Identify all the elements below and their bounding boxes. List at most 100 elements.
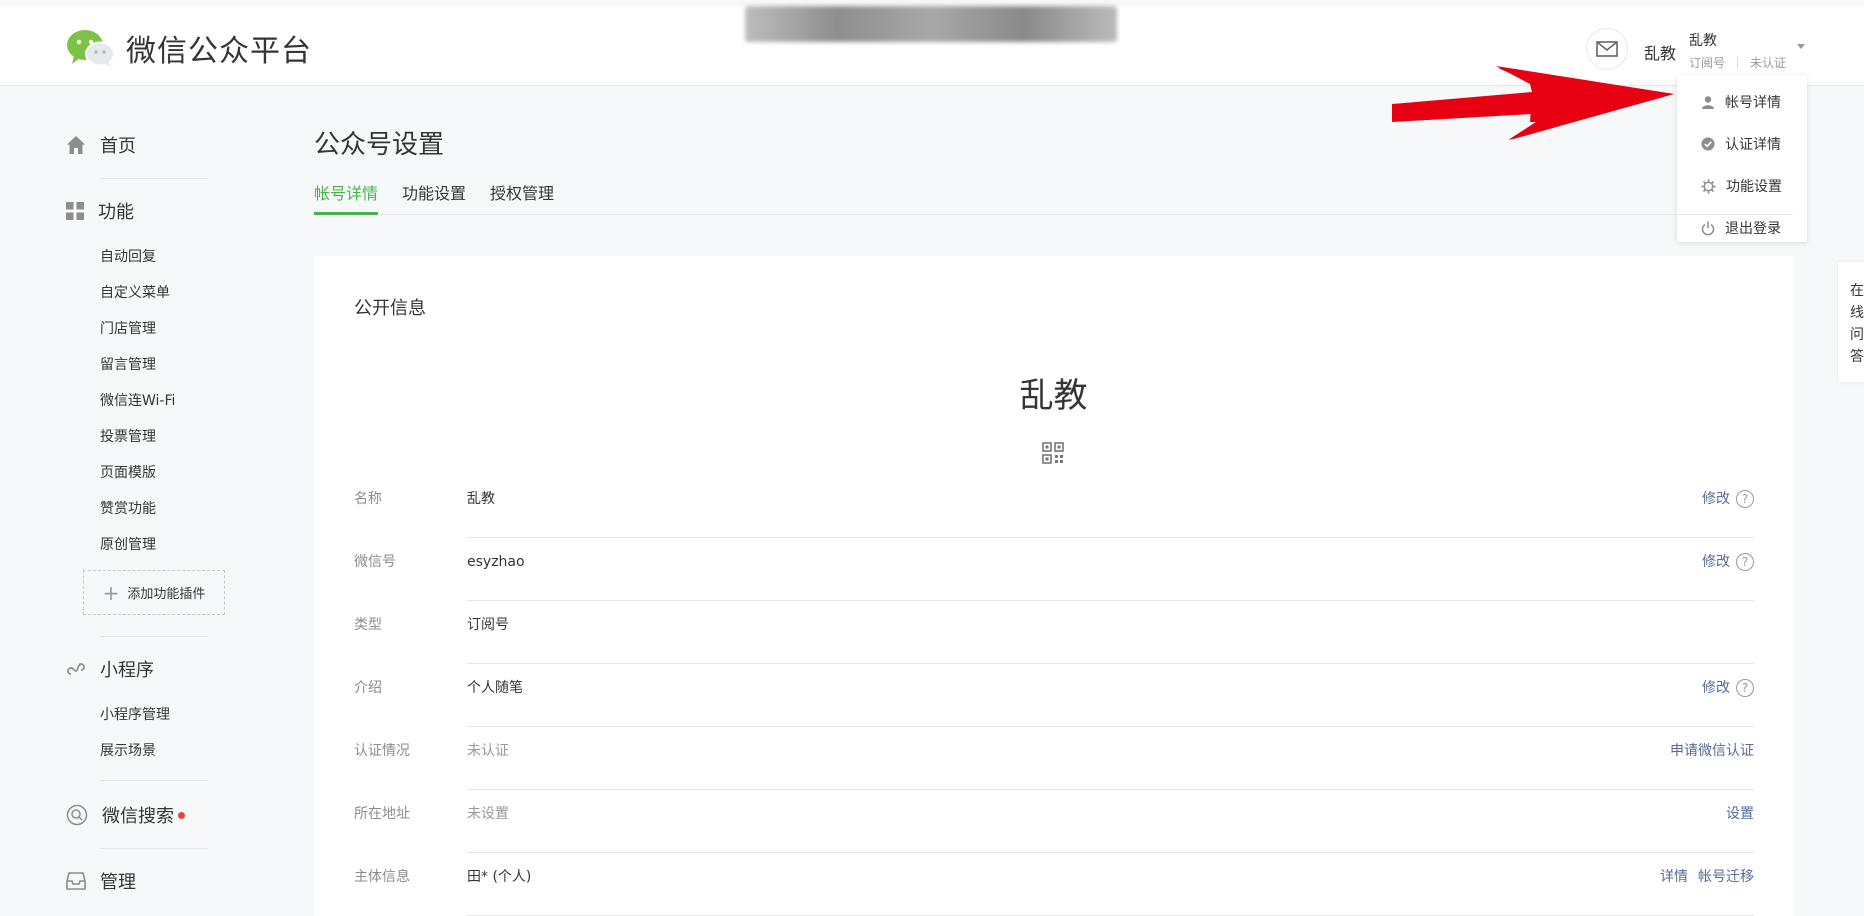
sidebar-divider	[100, 848, 208, 849]
row-divider	[467, 852, 1754, 853]
logo-text: 微信公众平台	[126, 34, 312, 69]
info-row-name: 名称 乱教 修改 ?	[354, 486, 1754, 549]
edit-wechat-id-action: 修改 ?	[1702, 549, 1754, 575]
row-label: 微信号	[354, 554, 396, 570]
row-label: 认证情况	[354, 743, 410, 759]
sidebar-item-label: 功能	[98, 202, 134, 223]
tab-account-details[interactable]: 帐号详情	[314, 180, 379, 215]
sidebar-item-mini-program-manage[interactable]: 小程序管理	[100, 704, 170, 724]
apply-cert-link[interactable]: 申请微信认证	[1670, 738, 1754, 764]
info-row-wechat-id: 微信号 esyzhao 修改 ?	[354, 549, 1754, 612]
account-type: 订阅号	[1689, 56, 1726, 70]
tab-feature-settings[interactable]: 功能设置	[402, 180, 466, 215]
menu-item-cert-details[interactable]: 认证详情	[1677, 123, 1807, 165]
row-label: 类型	[354, 617, 382, 633]
sidebar-item-page-template[interactable]: 页面模版	[100, 462, 156, 482]
sidebar-item-vote-manage[interactable]: 投票管理	[100, 426, 156, 446]
sidebar-item-original-manage[interactable]: 原创管理	[100, 534, 156, 554]
help-icon[interactable]: ?	[1736, 679, 1754, 697]
online-qa-float-button[interactable]: 在 线 问 答	[1838, 262, 1864, 382]
home-icon	[67, 136, 85, 154]
row-value: 个人随笔	[467, 680, 523, 696]
grid-icon	[66, 202, 84, 220]
wechat-logo-icon	[67, 30, 115, 67]
menu-item-label: 退出登录	[1725, 221, 1781, 237]
sidebar-item-wifi[interactable]: 微信连Wi-Fi	[100, 390, 175, 410]
page: 微信公众平台 乱教 乱教 订阅号 未认证 帐号详情 认证详情 功能设置 退出登录…	[0, 0, 1864, 916]
row-divider	[467, 537, 1754, 538]
account-meta: 订阅号 未认证	[1689, 54, 1786, 71]
row-label: 名称	[354, 491, 382, 507]
info-row-type: 类型 订阅号	[354, 612, 1754, 675]
sidebar-item-auto-reply[interactable]: 自动回复	[100, 246, 156, 266]
sidebar-divider	[100, 780, 208, 781]
mini-program-icon	[67, 663, 85, 675]
sidebar-group-features[interactable]: 功能	[66, 198, 134, 224]
help-icon[interactable]: ?	[1736, 490, 1754, 508]
add-plugin-button[interactable]: + 添加功能插件	[83, 570, 225, 615]
sidebar-item-label: 管理	[100, 872, 136, 893]
sidebar-item-label: 小程序	[100, 660, 154, 681]
qa-char: 线	[1850, 305, 1864, 321]
tab-bar: 帐号详情 功能设置 授权管理	[314, 180, 1793, 215]
edit-intro-link[interactable]: 修改	[1702, 675, 1730, 701]
user-icon	[1702, 96, 1714, 109]
power-icon	[1701, 221, 1715, 235]
sidebar-group-manage[interactable]: 管理	[66, 868, 136, 894]
section-title: 公开信息	[354, 298, 426, 319]
sidebar-group-mini-program[interactable]: 小程序	[66, 656, 154, 682]
verified-icon	[1701, 137, 1715, 151]
tab-auth-manage[interactable]: 授权管理	[490, 180, 554, 215]
sidebar-divider	[100, 636, 208, 637]
set-address-link[interactable]: 设置	[1726, 801, 1754, 827]
logo[interactable]: 微信公众平台	[66, 26, 312, 70]
notification-dot	[178, 811, 185, 819]
account-migrate-link[interactable]: 帐号迁移	[1698, 864, 1754, 890]
subject-details-link[interactable]: 详情	[1660, 864, 1688, 890]
qa-char: 问	[1850, 327, 1864, 343]
plus-icon: +	[102, 580, 120, 605]
sidebar-item-display-scene[interactable]: 展示场景	[100, 740, 156, 760]
row-value: 未认证	[467, 743, 509, 759]
search-icon	[66, 804, 88, 826]
edit-wechat-id-link[interactable]: 修改	[1702, 549, 1730, 575]
sidebar-group-wechat-search[interactable]: 微信搜索	[66, 802, 185, 828]
info-row-address: 所在地址 未设置 设置	[354, 801, 1754, 864]
sidebar-item-reward[interactable]: 赞赏功能	[100, 498, 156, 518]
page-title: 公众号设置	[314, 130, 445, 160]
row-value: esyzhao	[467, 554, 525, 570]
row-divider	[467, 663, 1754, 664]
public-info-card: 公开信息 乱教 名称 乱教 修改 ? 微信号 esyzhao 修改 ? 类型 订…	[314, 256, 1793, 916]
qa-char: 在	[1850, 283, 1864, 299]
edit-name-link[interactable]: 修改	[1702, 486, 1730, 512]
account-display-name: 乱教	[1019, 376, 1088, 416]
account-switcher[interactable]: 乱教 订阅号 未认证	[1689, 30, 1786, 71]
row-label: 介绍	[354, 680, 382, 696]
sidebar-item-home[interactable]: 首页	[66, 132, 136, 158]
subject-actions: 详情 帐号迁移	[1660, 864, 1754, 890]
meta-divider	[1737, 56, 1739, 69]
header-user-name[interactable]: 乱教	[1644, 40, 1676, 64]
row-divider	[467, 600, 1754, 601]
chevron-down-icon[interactable]	[1797, 44, 1805, 49]
red-arrow-annotation	[1392, 66, 1674, 140]
sidebar: 首页 功能 自动回复 自定义菜单 门店管理 留言管理 微信连Wi-Fi 投票管理…	[0, 86, 230, 916]
sidebar-item-comment-manage[interactable]: 留言管理	[100, 354, 156, 374]
qa-char: 答	[1850, 349, 1864, 365]
add-plugin-label: 添加功能插件	[127, 587, 206, 602]
edit-intro-action: 修改 ?	[1702, 675, 1754, 701]
account-dropdown-menu: 帐号详情 认证详情 功能设置 退出登录	[1677, 75, 1807, 242]
row-label: 主体信息	[354, 869, 410, 885]
info-row-certification: 认证情况 未认证 申请微信认证	[354, 738, 1754, 801]
row-value: 田* (个人)	[467, 869, 532, 885]
qrcode-icon[interactable]	[1042, 442, 1064, 468]
blurred-banner	[745, 6, 1117, 42]
inbox-icon	[66, 872, 86, 890]
row-divider	[467, 726, 1754, 727]
sidebar-item-store-manage[interactable]: 门店管理	[100, 318, 156, 338]
menu-item-label: 帐号详情	[1725, 95, 1781, 111]
sidebar-item-custom-menu[interactable]: 自定义菜单	[100, 282, 170, 302]
edit-name-action: 修改 ?	[1702, 486, 1754, 512]
help-icon[interactable]: ?	[1736, 553, 1754, 571]
menu-item-account-details[interactable]: 帐号详情	[1677, 81, 1807, 123]
